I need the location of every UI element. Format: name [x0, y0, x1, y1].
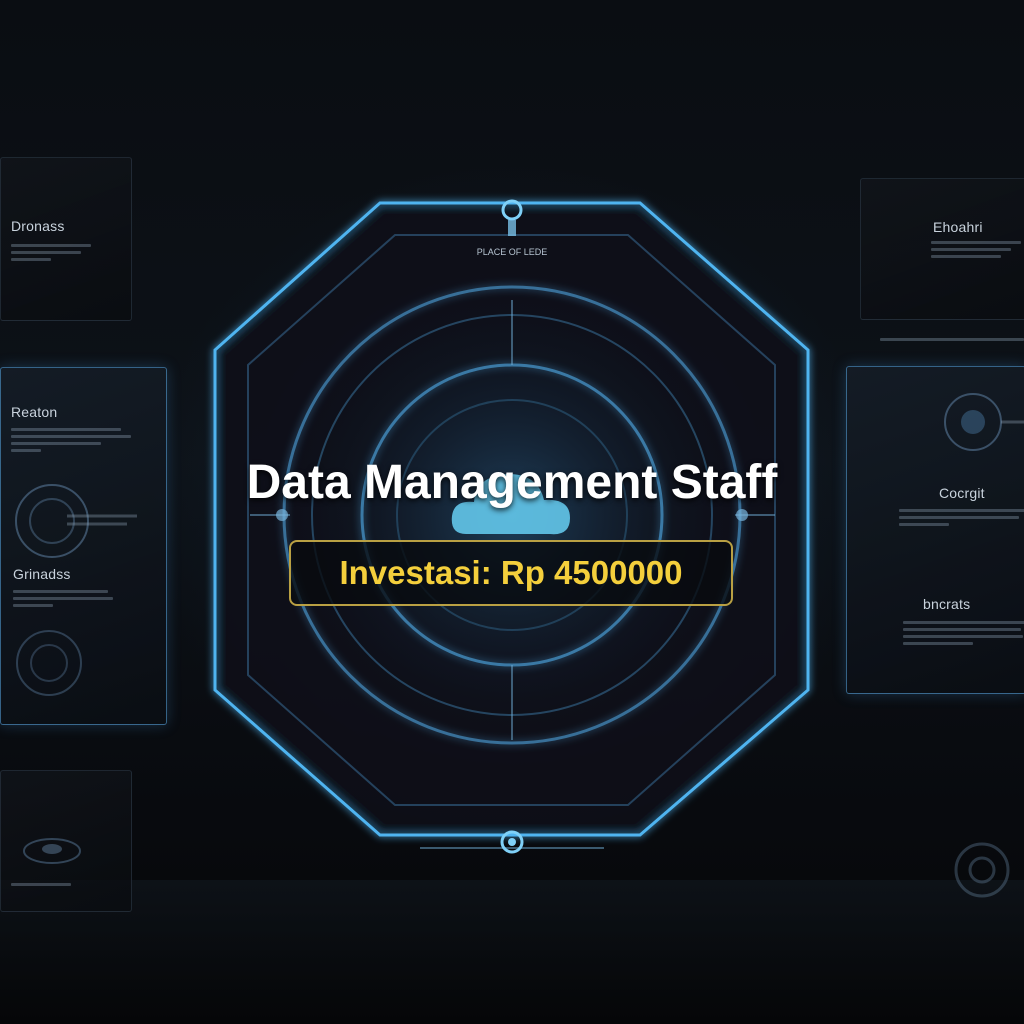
investment-badge: Investasi: Rp 4500000 — [289, 540, 733, 606]
top-connector-node-icon — [501, 199, 523, 236]
poster-scene: Dronass Reaton Grinadss Ehoahri Cocrgit … — [0, 0, 1024, 1024]
investment-amount: Investasi: Rp 4500000 — [339, 554, 683, 591]
bottom-connector-node-icon — [500, 830, 524, 854]
job-title: Data Management Staff — [246, 456, 778, 509]
center-tag-label: PLACE OF LEDE — [476, 247, 548, 257]
